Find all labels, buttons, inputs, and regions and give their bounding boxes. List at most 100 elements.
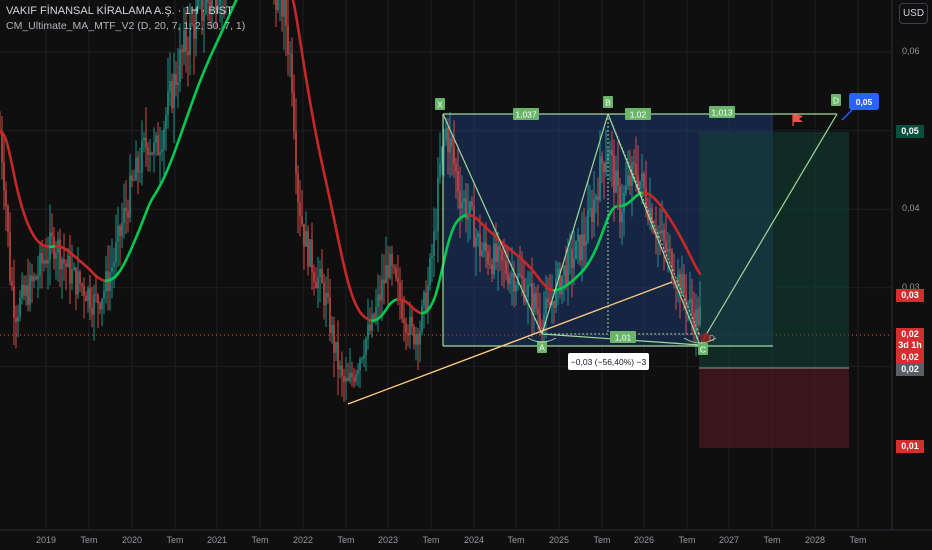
candle-body [485, 242, 487, 252]
candle-body [353, 377, 355, 382]
candle-body [17, 316, 19, 322]
candle-body [699, 306, 701, 325]
candle-body [421, 305, 423, 332]
candle-body [539, 313, 541, 327]
candle-body [461, 201, 463, 209]
candle-body [665, 240, 667, 252]
ratio-xa: 1,037 [515, 110, 537, 120]
x-tick-label: Tem [166, 535, 184, 545]
x-tick-label: 2027 [719, 535, 740, 545]
candle-body [435, 231, 437, 233]
candle-body [117, 225, 119, 243]
candle-body [475, 236, 477, 247]
candle-body [641, 173, 643, 182]
candle-body [347, 377, 349, 381]
candle-body [437, 177, 439, 232]
candle-body [339, 365, 341, 370]
price-chart[interactable]: XABCDD1,037 1,02 1,0131,01−0,03 (−56,40%) … [0, 0, 932, 550]
candle-body [51, 232, 53, 237]
a-point-label: A [539, 343, 545, 353]
candle-body [425, 292, 427, 312]
candle-body [371, 314, 373, 331]
candle-body [483, 242, 485, 251]
candle-body [179, 49, 181, 83]
candle-body [61, 259, 63, 270]
measurement-label: −0,03 (−56,40%) −3 [571, 357, 647, 367]
x-tick-label: 2024 [464, 535, 485, 545]
candle-body [155, 135, 157, 143]
candle-body [415, 334, 417, 345]
candle-body [287, 25, 289, 54]
candle-body [7, 206, 9, 233]
candle-body [409, 316, 411, 336]
candle-body [611, 149, 613, 156]
candle-body [3, 162, 5, 191]
candle-body [537, 308, 539, 314]
target-callout-label: 0,05 [856, 97, 873, 107]
candle-body [541, 326, 543, 330]
candle-body [579, 235, 581, 261]
candle-body [527, 284, 529, 298]
candle-body [389, 253, 391, 278]
candle-body [573, 258, 575, 268]
candle-body [163, 128, 165, 150]
candle-body [103, 291, 105, 299]
b-point-label: B [605, 98, 611, 108]
candle-body [299, 202, 301, 217]
candle-body [125, 208, 127, 212]
candle-body [157, 135, 159, 155]
candle-body [397, 277, 399, 283]
candle-body [633, 162, 635, 164]
candle-body [455, 163, 457, 172]
candle-body [47, 259, 49, 264]
candle-body [313, 271, 315, 282]
candle-body [363, 355, 365, 359]
candle-body [319, 269, 321, 278]
candle-body [521, 275, 523, 279]
candle-body [41, 252, 43, 264]
candle-body [499, 246, 501, 251]
candle-body [19, 298, 21, 317]
candle-body [669, 248, 671, 252]
candle-body [327, 292, 329, 298]
candle-body [307, 231, 309, 267]
candle-body [595, 196, 597, 200]
candle-body [591, 208, 593, 222]
currency-button[interactable]: USD [899, 3, 928, 24]
candle-body [167, 91, 169, 116]
candle-body [69, 255, 71, 284]
candle-body [501, 250, 503, 260]
candle-body [493, 243, 495, 275]
candle-body [15, 317, 17, 322]
candle-body [561, 275, 563, 295]
stop-zone [699, 368, 849, 448]
candle-body [623, 192, 625, 212]
candle-body [533, 293, 535, 313]
candle-body [621, 211, 623, 223]
candle-body [151, 152, 153, 154]
candle-body [697, 309, 699, 325]
ratio-ac: 1,01 [615, 333, 632, 343]
candle-body [615, 170, 617, 193]
candle-body [181, 49, 183, 53]
candle-body [373, 314, 375, 320]
candle-body [535, 293, 537, 309]
candle-body [479, 233, 481, 256]
indicator-label[interactable]: CM_Ultimate_MA_MTF_V2 (D, 20, 7, 1, 2, 5… [6, 20, 245, 32]
candle-body [613, 155, 615, 193]
candle-body [91, 308, 93, 315]
candle-body [367, 324, 369, 339]
candle-body [555, 278, 557, 308]
candle-body [343, 376, 345, 382]
candle-body [445, 127, 447, 141]
candle-body [571, 248, 573, 268]
candle-body [137, 157, 139, 173]
x-tick-label: Tem [337, 535, 355, 545]
candle-body [337, 341, 339, 370]
candle-body [293, 92, 295, 132]
candle-body [575, 241, 577, 259]
ratio-ab: 1,02 [630, 110, 647, 120]
candle-body [659, 231, 661, 234]
candle-body [385, 265, 387, 284]
x-tick-label: 2019 [36, 535, 57, 545]
